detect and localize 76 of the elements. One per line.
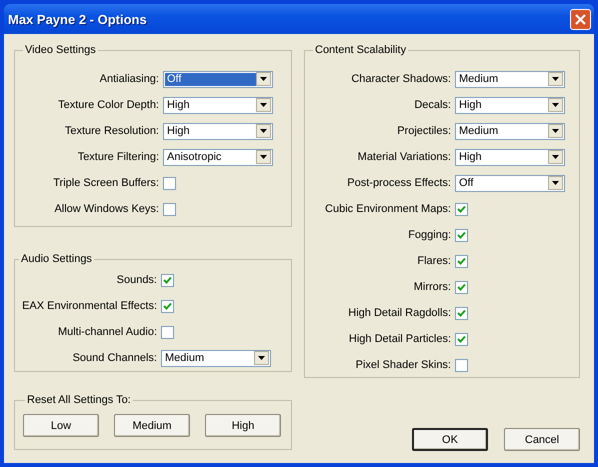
- reset-button[interactable]: High: [205, 414, 281, 437]
- caret-icon: [548, 98, 563, 112]
- setting-label: Triple Screen Buffers:: [52, 177, 159, 189]
- reset-button[interactable]: Medium: [114, 414, 190, 437]
- setting-label: Material Variations:: [356, 151, 451, 163]
- checkbox[interactable]: [455, 280, 468, 294]
- setting-label: Flares:: [416, 255, 451, 267]
- checkbox[interactable]: [161, 274, 174, 286]
- setting-label: Character Shadows:: [350, 73, 451, 85]
- dialog-button[interactable]: OK: [412, 428, 488, 451]
- close-button[interactable]: [570, 8, 591, 30]
- caret-icon: [256, 150, 271, 164]
- caret-icon: [548, 124, 563, 138]
- setting-label: Cubic Environment Maps:: [324, 203, 451, 215]
- dialog-button[interactable]: Cancel: [504, 428, 580, 451]
- setting-label: Fogging:: [407, 229, 451, 241]
- dropdown-value: Medium: [458, 72, 500, 86]
- caret-icon: [548, 176, 563, 190]
- checkbox[interactable]: [161, 326, 174, 338]
- checkbox[interactable]: [455, 202, 468, 216]
- setting-label: Decals:: [413, 99, 451, 111]
- checkbox[interactable]: [455, 306, 468, 320]
- caret-icon: [256, 124, 271, 138]
- checkbox[interactable]: [455, 254, 468, 268]
- dropdown[interactable]: Anisotropic: [163, 148, 273, 166]
- dropdown[interactable]: High: [163, 122, 273, 140]
- dropdown[interactable]: High: [455, 96, 565, 114]
- caret-icon: [254, 351, 269, 365]
- dropdown-value: Anisotropic: [166, 150, 222, 164]
- dropdown[interactable]: High: [455, 148, 565, 166]
- setting-label: Sounds:: [116, 274, 157, 286]
- reset-button[interactable]: Low: [23, 414, 99, 437]
- checkbox[interactable]: [163, 176, 176, 190]
- caret-icon: [548, 72, 563, 86]
- setting-label: Texture Resolution:: [64, 125, 159, 137]
- setting-label: Pixel Shader Skins:: [354, 359, 451, 371]
- setting-label: Projectiles:: [396, 125, 451, 137]
- group-title: Video Settings: [24, 44, 97, 56]
- setting-label: Texture Filtering:: [76, 151, 159, 163]
- dropdown[interactable]: Medium: [455, 70, 565, 88]
- setting-label: Texture Color Depth:: [57, 99, 159, 111]
- setting-label: EAX Environmental Effects:: [21, 300, 157, 312]
- checkbox[interactable]: [163, 202, 176, 216]
- dropdown-value: High: [166, 124, 191, 138]
- caret-icon: [256, 72, 271, 86]
- group-title: Content Scalability: [314, 44, 408, 56]
- setting-label: Antialiasing:: [98, 73, 159, 85]
- setting-label: Multi-channel Audio:: [56, 326, 157, 338]
- dropdown[interactable]: High: [163, 96, 273, 114]
- dropdown-value: Off: [458, 176, 474, 190]
- setting-label: High Detail Ragdolls:: [347, 307, 451, 319]
- dropdown[interactable]: Medium: [161, 350, 271, 366]
- setting-label: Post-process Effects:: [346, 177, 451, 189]
- caret-icon: [548, 150, 563, 164]
- dropdown-value: Medium: [458, 124, 500, 138]
- dropdown[interactable]: Off: [455, 174, 565, 192]
- dropdown-value: High: [458, 150, 483, 164]
- dropdown-value: High: [458, 98, 483, 112]
- dropdown-value: Medium: [164, 352, 206, 364]
- checkbox[interactable]: [455, 228, 468, 242]
- setting-label: Allow Windows Keys:: [53, 203, 159, 215]
- setting-label: Mirrors:: [412, 281, 451, 293]
- caret-icon: [256, 98, 271, 112]
- window-title: Max Payne 2 - Options: [8, 12, 147, 26]
- group-title: Reset All Settings To:: [26, 394, 132, 406]
- dropdown-value: Off: [165, 72, 256, 86]
- setting-label: High Detail Particles:: [348, 333, 451, 345]
- checkbox[interactable]: [455, 358, 468, 372]
- dropdown[interactable]: Off: [163, 70, 273, 88]
- dropdown[interactable]: Medium: [455, 122, 565, 140]
- close-icon: [574, 12, 587, 26]
- group-title: Audio Settings: [20, 253, 93, 265]
- checkbox[interactable]: [455, 332, 468, 346]
- checkbox[interactable]: [161, 300, 174, 312]
- setting-label: Sound Channels:: [72, 352, 157, 364]
- dropdown-value: High: [166, 98, 191, 112]
